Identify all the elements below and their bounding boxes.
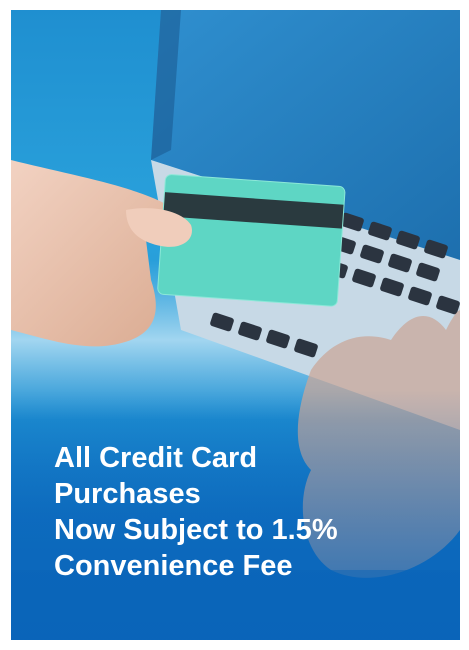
headline-line-3: Now Subject to 1.5% xyxy=(54,514,338,546)
convenience-fee-poster: All Credit Card Purchases Now Subject to… xyxy=(0,0,469,650)
headline-line-2: Purchases xyxy=(54,478,201,510)
headline: All Credit Card Purchases Now Subject to… xyxy=(54,440,454,584)
headline-line-1: All Credit Card xyxy=(54,442,258,474)
headline-line-4: Convenience Fee xyxy=(54,550,293,582)
